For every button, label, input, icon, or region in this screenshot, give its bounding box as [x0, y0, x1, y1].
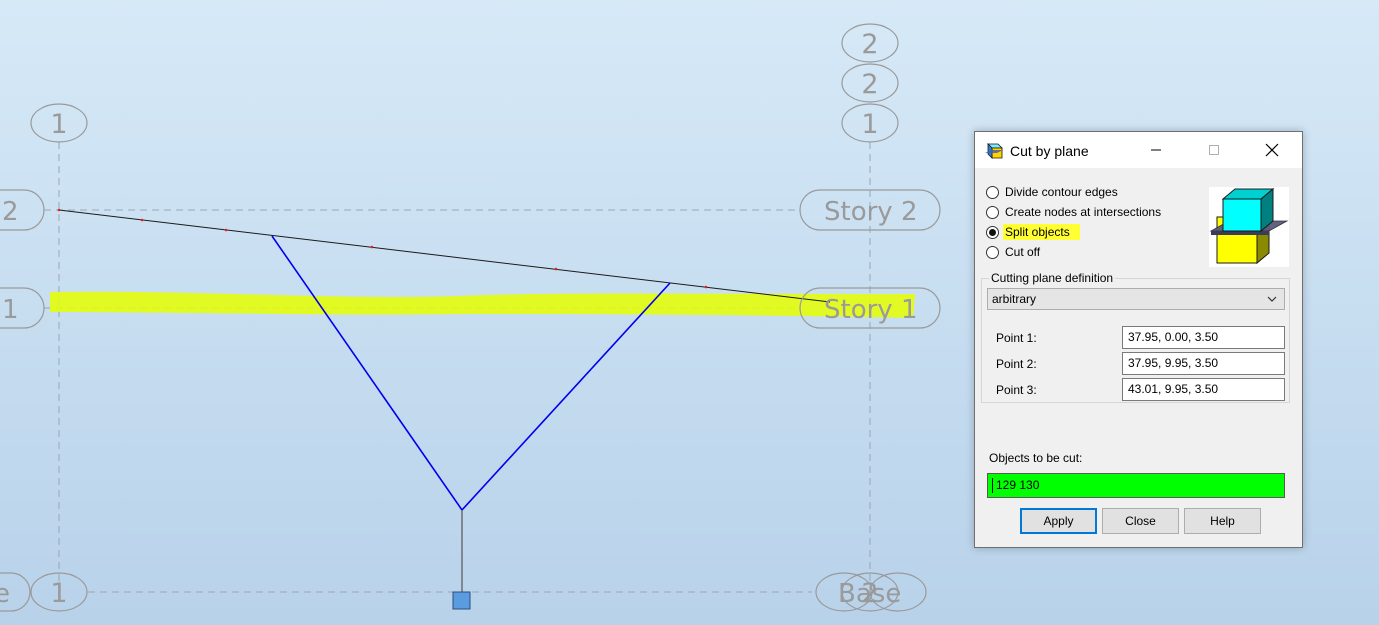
grid-bubble-label: 1 [50, 109, 67, 140]
support-node[interactable] [452, 591, 471, 610]
close-button[interactable]: Close [1102, 508, 1179, 534]
option-create-nodes[interactable]: Create nodes at intersections [986, 203, 1163, 221]
objects-to-cut-label: Objects to be cut: [989, 451, 1083, 465]
minimize-button[interactable] [1133, 132, 1179, 168]
dialog-title: Cut by plane [1010, 143, 1089, 159]
point-3-label: Point 3: [996, 383, 1037, 397]
beam-node [57, 208, 61, 212]
beam-node [704, 285, 708, 289]
grid-bubble-label: 1 [861, 109, 878, 140]
dialog-titlebar[interactable]: Cut by plane [975, 132, 1302, 168]
level-label-left-base: e [0, 579, 10, 609]
option-divide-contour-edges[interactable]: Divide contour edges [986, 183, 1120, 201]
point-3-input[interactable]: 43.01, 9.95, 3.50 [1122, 378, 1285, 401]
point-2-label: Point 2: [996, 357, 1037, 371]
option-label: Create nodes at intersections [1005, 205, 1162, 219]
close-window-button[interactable] [1249, 132, 1295, 168]
point-1-input[interactable]: 37.95, 0.00, 3.50 [1122, 326, 1285, 349]
level-label-base: Base [838, 579, 901, 609]
beam-node [370, 245, 374, 249]
objects-to-cut-value: 129 130 [996, 478, 1040, 492]
option-label: Divide contour edges [1005, 185, 1118, 199]
close-icon [1265, 143, 1279, 157]
text-caret [992, 478, 993, 493]
chevron-down-icon [1266, 293, 1278, 308]
level-label-left-1: 1 [2, 295, 19, 325]
maximize-icon [1209, 145, 1219, 155]
objects-to-cut-input[interactable]: 129 130 [987, 473, 1285, 498]
maximize-button[interactable] [1191, 132, 1237, 168]
minimize-icon [1151, 149, 1161, 151]
cutting-plane-select[interactable]: arbitrary [987, 288, 1285, 310]
point-2-input[interactable]: 37.95, 9.95, 3.50 [1122, 352, 1285, 375]
option-label: Split objects [1003, 224, 1080, 240]
grid-bubble-label: 2 [861, 29, 878, 60]
grid-bubble-label: 2 [861, 69, 878, 100]
level-label-story-2: Story 2 [824, 197, 918, 227]
radio-button[interactable] [986, 205, 999, 219]
radio-button-selected[interactable] [986, 225, 999, 239]
beam-node [224, 228, 228, 232]
point-1-label: Point 1: [996, 331, 1037, 345]
level-label-left-2: 2 [2, 197, 19, 227]
radio-button[interactable] [986, 185, 999, 199]
beam-node [140, 218, 144, 222]
option-label: Cut off [1005, 245, 1041, 259]
grid-bubble-label: 1 [50, 578, 67, 609]
split-preview-icon [1209, 187, 1289, 267]
beam-node [554, 267, 558, 271]
cut-by-plane-dialog: Cut by plane Divide contour edges Create… [974, 131, 1303, 548]
cutting-plane-selected-value: arbitrary [992, 292, 1037, 306]
apply-button[interactable]: Apply [1020, 508, 1097, 534]
cut-by-plane-icon [984, 141, 1004, 161]
help-button[interactable]: Help [1184, 508, 1261, 534]
level-label-story-1: Story 1 [824, 295, 918, 325]
radio-button[interactable] [986, 245, 999, 259]
option-split-objects[interactable]: Split objects [986, 223, 1080, 241]
cutting-plane-label: Cutting plane definition [989, 271, 1116, 285]
option-cut-off[interactable]: Cut off [986, 243, 1042, 261]
